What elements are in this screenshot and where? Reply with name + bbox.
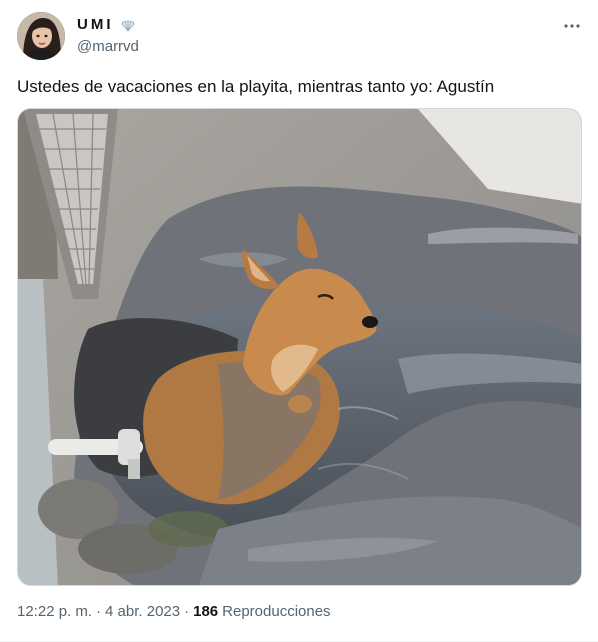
author-name-row[interactable]: UMI (77, 16, 136, 33)
tweet-meta: 12:22 p. m. · 4 abr. 2023 · 186 Reproduc… (17, 603, 331, 620)
more-dots-icon[interactable] (562, 16, 582, 36)
tweet-time[interactable]: 12:22 p. m. (17, 603, 92, 620)
meta-separator: · (96, 603, 102, 620)
views-label: Reproducciones (222, 603, 331, 620)
meta-separator-2: · (184, 603, 190, 620)
shell-emoji-icon (120, 17, 136, 33)
tweet-text: Ustedes de vacaciones en la playita, mie… (17, 77, 495, 96)
dog-in-puddle-illustration (18, 109, 581, 585)
display-name[interactable]: UMI (77, 16, 114, 33)
views-count: 186 (193, 603, 219, 620)
tweet-card[interactable]: UMI @marrvd Ustedes de vacaciones en la … (0, 0, 598, 642)
avatar[interactable] (17, 12, 65, 60)
avatar-image (17, 12, 65, 60)
tweet-date[interactable]: 4 abr. 2023 (105, 603, 180, 620)
tweet-photo[interactable] (17, 108, 582, 586)
author-handle[interactable]: @marrvd (77, 38, 139, 55)
